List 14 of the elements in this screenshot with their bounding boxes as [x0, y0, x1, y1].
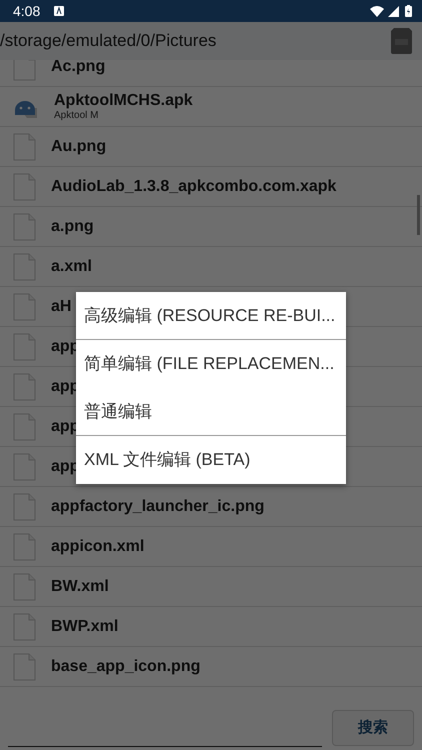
file-name: BW.xml	[51, 578, 109, 596]
file-name: base_app_icon.png	[51, 658, 200, 676]
clock: 4:08	[13, 3, 40, 19]
file-name: a.xml	[51, 258, 92, 276]
file-name: appicon.xml	[51, 538, 144, 556]
file-name: BWP.xml	[51, 618, 118, 636]
folder-path: /storage/emulated/0/Pictures	[0, 31, 216, 51]
file-name: appfactory_launcher_ic.png	[51, 498, 264, 516]
file-name: a.png	[51, 218, 94, 236]
file-name: AudioLab_1.3.8_apkcombo.com.xapk	[51, 178, 336, 196]
file-name: aH	[51, 298, 72, 316]
file-name: ApktoolMCHS.apk	[54, 92, 193, 110]
app-name: Apktool M	[54, 110, 100, 121]
file-name: Au.png	[51, 138, 106, 156]
